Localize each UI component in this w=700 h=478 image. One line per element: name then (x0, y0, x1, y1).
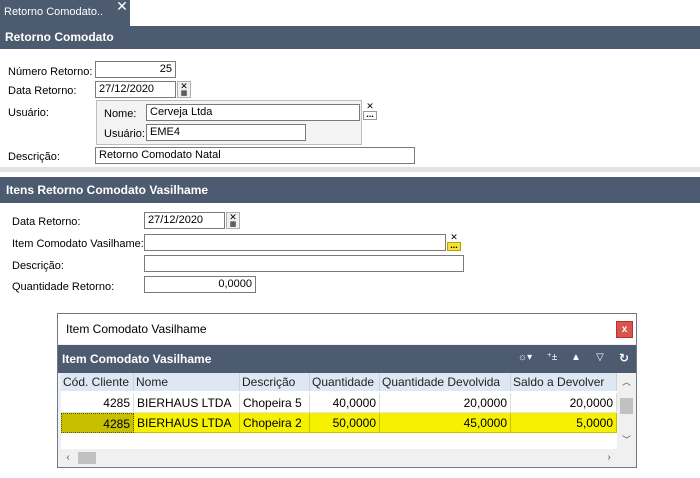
clear-icon: ✕ (180, 81, 188, 91)
item-comodato-field[interactable] (144, 234, 446, 251)
calendar-icon: ▦ (180, 90, 188, 97)
column-saldo-a-devolver[interactable]: Saldo a Devolver (511, 373, 617, 391)
column-cod-cliente[interactable]: Cód. Cliente (61, 373, 134, 391)
dialog-close-button[interactable]: x (616, 321, 633, 338)
tab-strip: Retorno Comodato.. ✕ (0, 0, 700, 26)
grid-header: Cód. Cliente Nome Descrição Quantidade Q… (61, 373, 617, 391)
scroll-down-icon[interactable]: ﹀ (618, 433, 635, 447)
cell-saldo-a-devolver: 20,0000 (511, 393, 617, 413)
itens-data-field[interactable]: 27/12/2020 (144, 212, 225, 229)
move-up-icon[interactable]: ▲ (569, 352, 583, 364)
cell-quantidade-devolvida: 45,0000 (380, 413, 511, 433)
filter-icon[interactable]: ▽ (593, 352, 607, 364)
lookup-icon[interactable]: ... (447, 241, 461, 251)
quantidade-retorno-label: Quantidade Retorno: (12, 281, 115, 293)
column-descricao[interactable]: Descrição (240, 373, 310, 391)
itens-form: Data Retorno: 27/12/2020 ✕ ▦ Item Comoda… (0, 203, 700, 303)
table-row[interactable]: 4285 BIERHAUS LTDA Chopeira 5 40,0000 20… (61, 393, 617, 413)
nome-field[interactable]: Cerveja Ltda (146, 104, 360, 121)
horizontal-scrollbar[interactable]: ‹ › (61, 450, 617, 466)
cell-cod-cliente: 4285 (61, 393, 134, 413)
tab-label: Retorno Comodato.. (4, 6, 104, 18)
itens-section-title: Itens Retorno Comodato Vasilhame (0, 177, 700, 203)
descricao-field[interactable]: Retorno Comodato Natal (95, 147, 415, 164)
numero-retorno-field[interactable]: 25 (95, 61, 176, 78)
descricao-label: Descrição: (8, 151, 60, 163)
cell-descricao: Chopeira 2 (240, 413, 310, 433)
scroll-thumb[interactable] (620, 398, 633, 414)
retorno-form: Número Retorno: 25 Data Retorno: 27/12/2… (0, 49, 700, 167)
cell-nome: BIERHAUS LTDA (134, 413, 240, 433)
scroll-thumb[interactable] (78, 452, 96, 464)
table-row-selected[interactable]: 4285 BIERHAUS LTDA Chopeira 2 50,0000 45… (61, 413, 617, 433)
column-nome[interactable]: Nome (134, 373, 240, 391)
cell-saldo-a-devolver: 5,0000 (511, 413, 617, 433)
tab-retorno-comodato[interactable]: Retorno Comodato.. (0, 0, 130, 26)
nome-label: Nome: (104, 108, 137, 120)
section-divider (0, 167, 700, 172)
clear-icon: ✕ (229, 212, 237, 222)
item-lookup-buttons: ✕ ... (447, 233, 461, 251)
quantidade-retorno-field[interactable]: 0,0000 (144, 276, 256, 293)
column-quantidade-devolvida[interactable]: Quantidade Devolvida (380, 373, 511, 391)
itens-descricao-label: Descrição: (12, 260, 64, 272)
cell-quantidade: 40,0000 (310, 393, 380, 413)
settings-icon[interactable]: ☼▾ (513, 352, 537, 364)
usuario-field[interactable]: EME4 (146, 124, 306, 141)
data-retorno-label: Data Retorno: (8, 85, 77, 97)
column-quantidade[interactable]: Quantidade (310, 373, 380, 391)
item-grid: Cód. Cliente Nome Descrição Quantidade Q… (61, 373, 617, 449)
numero-retorno-label: Número Retorno: (8, 66, 93, 78)
cell-descricao: Chopeira 5 (240, 393, 310, 413)
item-comodato-label: Item Comodato Vasilhame: (12, 238, 144, 250)
scroll-left-icon[interactable]: ‹ (61, 450, 75, 466)
itens-data-label: Data Retorno: (12, 216, 81, 228)
calendar-icon: ▦ (229, 221, 237, 228)
usuario-box: Nome: Cerveja Ltda Usuário: EME4 (96, 100, 362, 145)
item-comodato-dialog: Item Comodato Vasilhame x Item Comodato … (57, 313, 637, 468)
cell-nome: BIERHAUS LTDA (134, 393, 240, 413)
scroll-right-icon[interactable]: › (602, 450, 616, 466)
usuario-label: Usuário: (8, 107, 49, 119)
dialog-title: Item Comodato Vasilhame (58, 314, 636, 344)
page-title: Retorno Comodato (0, 26, 700, 49)
usuario-lookup-buttons: ✕ ... (363, 102, 377, 120)
itens-date-picker-button[interactable]: ✕ ▦ (226, 212, 240, 229)
cell-quantidade-devolvida: 20,0000 (380, 393, 511, 413)
data-retorno-field[interactable]: 27/12/2020 (95, 81, 176, 98)
refresh-icon[interactable]: ↻ (617, 352, 631, 364)
scroll-up-icon[interactable]: ︿ (618, 375, 635, 389)
vertical-scrollbar[interactable]: ︿ ﹀ (618, 373, 635, 449)
itens-descricao-field[interactable] (144, 255, 464, 272)
cell-cod-cliente: 4285 (61, 413, 134, 433)
lookup-icon[interactable]: ... (363, 110, 377, 120)
cell-quantidade: 50,0000 (310, 413, 380, 433)
tab-close-icon[interactable]: ✕ (115, 0, 129, 15)
date-picker-button[interactable]: ✕ ▦ (177, 81, 191, 98)
add-column-icon[interactable]: ⁺± (544, 352, 560, 364)
usuario-inner-label: Usuário: (104, 128, 145, 140)
